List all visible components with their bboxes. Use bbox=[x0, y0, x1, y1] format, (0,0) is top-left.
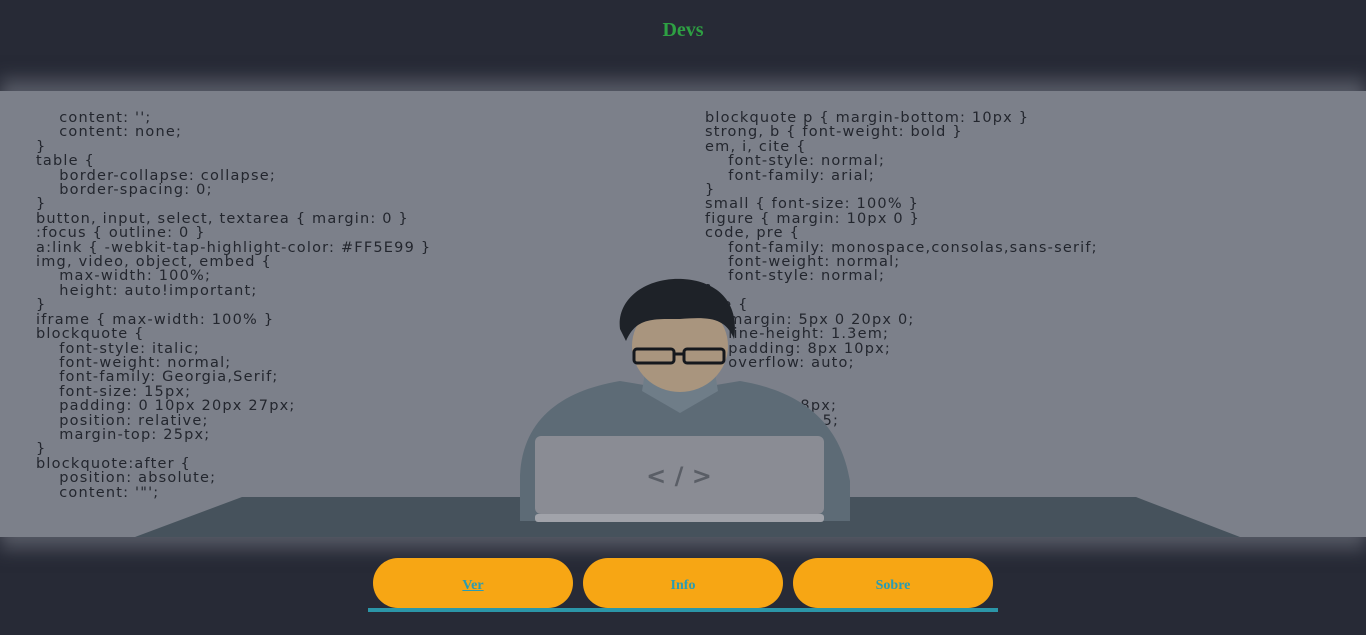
nav-underline bbox=[368, 608, 998, 612]
nav-button-ver[interactable]: Ver bbox=[373, 558, 573, 608]
main-nav: Ver Info Sobre bbox=[0, 558, 1366, 618]
nav-button-info[interactable]: Info bbox=[583, 558, 783, 608]
laptop-code-label: < / > bbox=[646, 462, 712, 490]
nav-button-sobre[interactable]: Sobre bbox=[793, 558, 993, 608]
hero-banner: content: ''; content: none; } table { bo… bbox=[0, 91, 1366, 537]
site-title: Devs bbox=[662, 19, 704, 41]
developer-illustration: < / > bbox=[135, 278, 1240, 537]
